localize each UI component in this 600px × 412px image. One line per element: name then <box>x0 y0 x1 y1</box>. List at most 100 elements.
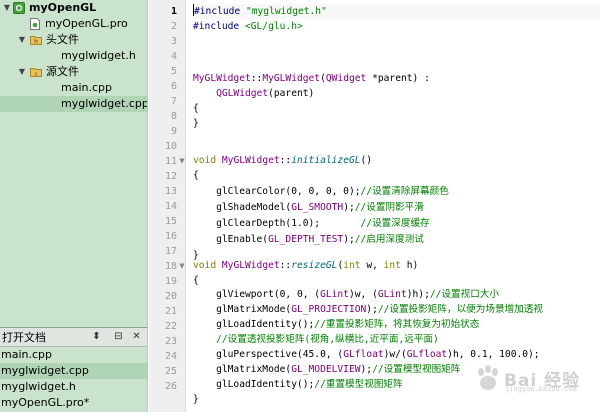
code-line: MyGLWidget::MyGLWidget(QWidget *parent) … <box>193 71 430 86</box>
line-number: 3 <box>170 36 177 47</box>
code-line: { <box>193 273 199 288</box>
tree-item-project[interactable]: ▼ myOpenGL <box>0 0 147 16</box>
code-token: { <box>193 170 199 181</box>
code-token: )h, 0.1, 100.0); <box>447 349 540 360</box>
open-doc-myglwidget-cpp[interactable]: myglwidget.cpp <box>0 363 147 379</box>
line-number: 8 <box>170 111 177 122</box>
code-token: #include <box>193 21 245 32</box>
tree-item-label: 源文件 <box>46 65 79 78</box>
code-line: glShadeModel(GL_SMOOTH);//设置阴影平滑 <box>193 200 424 215</box>
open-documents-panel: 打开文档 ⬍ ⊟ ✕ main.cpp myglwidget.cpp myglw… <box>0 327 148 412</box>
code-token: :: <box>279 260 292 271</box>
tree-item-header-file[interactable]: myglwidget.h <box>0 48 147 64</box>
open-doc-pro-file[interactable]: myOpenGL.pro* <box>0 395 147 411</box>
code-token: gluPerspective(45.0, ( <box>193 349 344 360</box>
open-doc-label: myglwidget.h <box>1 380 76 393</box>
code-token: MyGLWidget <box>221 260 280 271</box>
line-number: 14 <box>164 201 177 212</box>
code-comment: //重置投影矩阵，将其恢复为初始状态 <box>314 319 480 330</box>
code-line: glLoadIdentity();//重置模型视图矩阵 <box>193 377 403 392</box>
open-doc-main-cpp[interactable]: main.cpp <box>0 347 147 363</box>
qt-project-icon <box>13 2 25 14</box>
tree-item-pro-file[interactable]: myOpenGL.pro <box>0 16 147 32</box>
open-doc-label: myOpenGL.pro* <box>1 396 90 409</box>
code-token: w, <box>360 260 384 271</box>
line-number: 21 <box>164 306 177 317</box>
expand-arrow-icon[interactable]: ▼ <box>17 32 27 48</box>
split-view-icon[interactable]: ⊟ <box>112 331 125 344</box>
dropdown-arrow-icon[interactable]: ⬍ <box>90 331 103 344</box>
code-token: GLfloat <box>343 349 384 360</box>
project-tree: ▼ myOpenGL myOpenGL.pro ▼ h 头文件 myglwidg… <box>0 0 148 327</box>
line-number: 24 <box>164 351 177 362</box>
line-number: 13 <box>164 186 177 197</box>
line-number: 5 <box>170 66 177 77</box>
open-doc-label: main.cpp <box>1 348 52 361</box>
line-number: 23 <box>164 336 177 347</box>
open-doc-myglwidget-h[interactable]: myglwidget.h <box>0 379 147 395</box>
code-comment: //设置模型视图矩阵 <box>372 364 461 375</box>
code-token: <GL/glu.h> <box>244 21 303 32</box>
line-number: 26 <box>164 381 177 392</box>
code-token: ); <box>343 202 355 213</box>
line-number: 11 <box>164 156 177 167</box>
fold-marker-icon[interactable]: ▼ <box>178 259 186 274</box>
code-token: )w/( <box>383 349 407 360</box>
open-doc-label: myglwidget.cpp <box>1 364 89 377</box>
code-line: void MyGLWidget::resizeGL(int w, int h) <box>193 258 418 273</box>
svg-text:h: h <box>34 38 38 45</box>
code-comment: //重置模型视图矩阵 <box>314 379 403 390</box>
code-token: MyGLWidget <box>262 73 321 84</box>
code-token: ); <box>360 364 373 375</box>
code-token: h) <box>400 260 419 271</box>
tree-item-label: myglwidget.cpp <box>61 97 148 110</box>
expand-arrow-icon[interactable]: ▼ <box>2 0 12 16</box>
code-token: *parent) : <box>366 73 430 84</box>
folder-icon: c <box>30 68 42 77</box>
line-number-gutter: 1 2 3 4 5 6 7 8 9 10 11 12 13 14 15 16 1… <box>149 0 186 412</box>
line-number: 4 <box>170 51 177 62</box>
tree-item-headers-folder[interactable]: ▼ h 头文件 <box>0 32 147 48</box>
line-number: 9 <box>170 126 177 137</box>
code-comment: //设置深度缓存 <box>360 218 430 229</box>
code-token: void <box>193 155 222 166</box>
code-token: QWidget <box>325 73 367 84</box>
code-line: //设置透视投影矩阵(视角,纵横比,近平面,远平面) <box>193 332 439 347</box>
line-number: 1 <box>170 6 177 17</box>
code-line: #include "myglwidget.h" <box>193 4 600 19</box>
code-token: ); <box>343 234 355 245</box>
tree-item-myglwidget-cpp[interactable]: myglwidget.cpp <box>0 96 147 112</box>
code-token: MyGLWidget <box>193 73 251 84</box>
code-token: initializeGL <box>291 155 361 166</box>
line-number: 2 <box>170 21 177 32</box>
fold-marker-icon[interactable]: ▼ <box>178 154 186 169</box>
code-editor[interactable]: #include "myglwidget.h" #include <GL/glu… <box>187 0 600 412</box>
svg-text:c: c <box>35 71 38 77</box>
code-token: glClearDepth(1.0); <box>193 218 361 229</box>
tree-item-label: myglwidget.h <box>61 49 136 62</box>
tree-item-sources-folder[interactable]: ▼ c 源文件 <box>0 64 147 80</box>
code-token: () <box>360 155 373 166</box>
expand-arrow-icon[interactable]: ▼ <box>17 64 27 80</box>
code-token: glViewport(0, 0, ( <box>193 289 321 300</box>
code-token: GLint <box>320 289 349 300</box>
tree-item-main-cpp[interactable]: main.cpp <box>0 80 147 96</box>
code-comment: //设置视口大小 <box>429 289 499 300</box>
code-line: { <box>193 101 199 116</box>
code-token: MyGLWidget <box>221 155 280 166</box>
code-comment: //设置阴影平滑 <box>354 202 424 213</box>
code-token: glMatrixMode( <box>193 364 292 375</box>
code-token: } <box>193 118 199 129</box>
code-token: } <box>193 394 199 405</box>
code-line: #include <GL/glu.h> <box>193 19 303 34</box>
code-comment: //设置投影矩阵，以便为场景增加透视 <box>377 304 543 315</box>
code-token: :: <box>279 155 292 166</box>
code-token: GLfloat <box>406 349 448 360</box>
code-token: glLoadIdentity(); <box>193 319 315 330</box>
code-token: resizeGL <box>291 260 338 271</box>
watermark-subtext: jingyan.baidu.com <box>505 385 577 393</box>
code-comment: //启用深度测试 <box>354 234 424 245</box>
code-line: } <box>193 116 199 131</box>
close-icon[interactable]: ✕ <box>130 331 143 344</box>
